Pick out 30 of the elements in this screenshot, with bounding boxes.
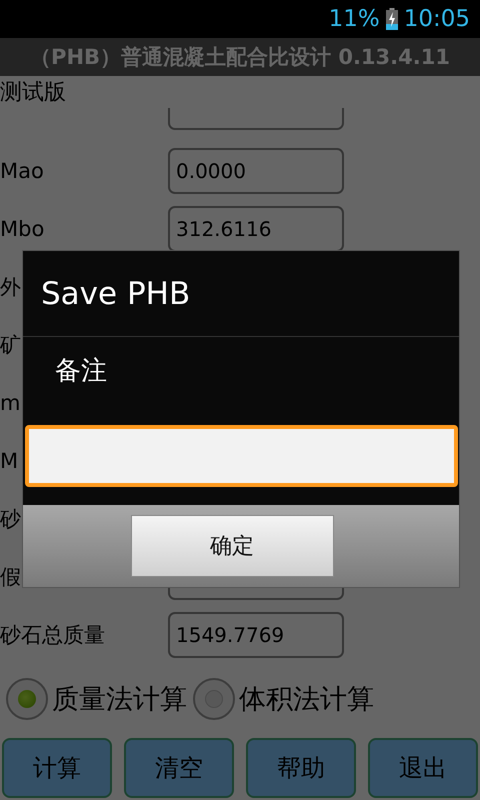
dialog-title: Save PHB <box>41 276 190 312</box>
field-label: 假 <box>0 565 21 589</box>
radio-label: 质量法计算 <box>52 683 187 717</box>
action-button[interactable]: 帮助 <box>246 738 356 798</box>
input-field[interactable]: 0.0000 <box>168 148 344 194</box>
battery-charging-icon <box>386 8 398 30</box>
field-label: m <box>0 391 20 415</box>
app-title: （PHB）普通混凝土配合比设计 0.13.4.11 <box>30 44 450 71</box>
input-field[interactable] <box>25 425 458 487</box>
field-label: M <box>0 449 18 473</box>
field-label: Mbo <box>0 217 44 241</box>
clock-time: 10:05 <box>404 6 470 32</box>
input-field[interactable]: 1549.7769 <box>168 612 344 658</box>
battery-percent: 11% <box>328 6 380 32</box>
radio-button[interactable] <box>6 678 48 720</box>
field-label: 外 <box>0 275 21 299</box>
field-label: 矿 <box>0 333 21 357</box>
confirm-button[interactable]: 确定 <box>130 515 334 577</box>
version-label: 测试版 <box>0 79 66 107</box>
action-button[interactable]: 退出 <box>368 738 478 798</box>
field-label: Mao <box>0 159 44 183</box>
input-field[interactable]: 312.6116 <box>168 206 344 252</box>
input-field[interactable] <box>168 108 344 130</box>
action-button[interactable]: 计算 <box>2 738 112 798</box>
field-label: 砂石总质量 <box>0 623 105 647</box>
radio-label: 体积法计算 <box>239 683 374 717</box>
dialog-message: 备注 <box>55 356 107 386</box>
action-button[interactable]: 清空 <box>124 738 234 798</box>
field-label: 砂 <box>0 507 21 531</box>
radio-button[interactable] <box>193 678 235 720</box>
